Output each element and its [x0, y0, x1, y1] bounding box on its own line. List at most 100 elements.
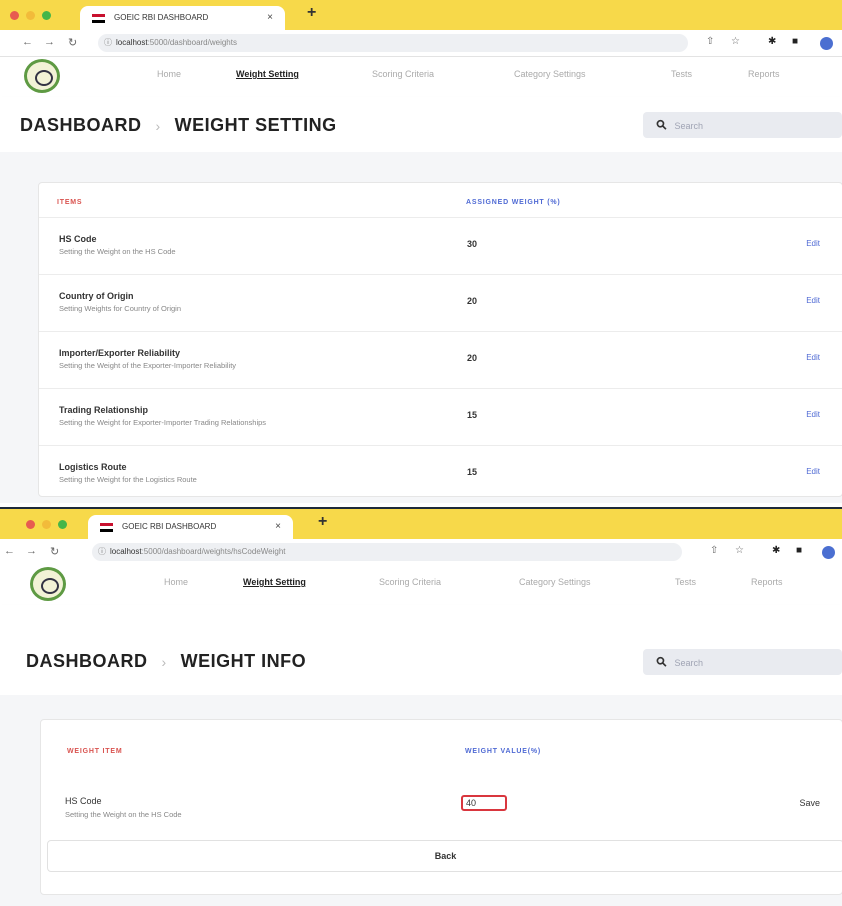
item-desc: Setting Weights for Country of Origin: [59, 304, 181, 313]
profile-avatar[interactable]: [822, 546, 835, 559]
item-weight: 30: [467, 239, 478, 249]
item-desc: Setting the Weight of the Exporter-Impor…: [59, 361, 237, 370]
tab-close-icon[interactable]: ×: [275, 515, 281, 539]
nav-tests[interactable]: Tests: [671, 69, 692, 79]
side-panel-icon[interactable]: ■: [792, 36, 798, 47]
item-desc: Setting the Weight on the HS Code: [59, 247, 176, 256]
item-weight: 20: [467, 296, 478, 306]
browser-tab-strip: GOEIC RBI DASHBOARD × +: [0, 0, 842, 30]
edit-link[interactable]: Edit: [806, 353, 820, 362]
search-icon: ⚲: [652, 115, 671, 134]
window-minimize-dot[interactable]: [42, 520, 51, 529]
nav-home[interactable]: Home: [164, 577, 188, 587]
item-name: HS Code: [65, 796, 102, 806]
reload-icon[interactable]: ↻: [50, 545, 59, 558]
window-close-dot[interactable]: [10, 11, 19, 20]
form-row: HS Code Setting the Weight on the HS Cod…: [41, 766, 842, 832]
screenshot-weight-info: GOEIC RBI DASHBOARD × + ← → ↻ ⓘ localhos…: [0, 507, 842, 906]
browser-toolbar: ← → ↻ ⓘ localhost:5000/dashboard/weights…: [0, 30, 842, 57]
page-header: DASHBOARD › WEIGHT INFO ⚲ Search: [0, 605, 842, 696]
nav-weight-setting[interactable]: Weight Setting: [243, 577, 306, 587]
browser-tab[interactable]: GOEIC RBI DASHBOARD ×: [88, 515, 293, 539]
share-icon[interactable]: ⇧: [710, 545, 718, 556]
forward-arrow-icon[interactable]: →: [26, 545, 37, 557]
back-arrow-icon[interactable]: ←: [22, 36, 33, 48]
item-weight: 20: [467, 353, 478, 363]
site-info-icon[interactable]: ⓘ: [104, 34, 112, 52]
extensions-icon[interactable]: ✱: [768, 36, 776, 47]
item-desc: Setting the Weight for Exporter-Importer…: [59, 418, 267, 427]
nav-scoring-criteria[interactable]: Scoring Criteria: [372, 69, 434, 79]
address-bar[interactable]: ⓘ localhost:5000/dashboard/weights/hsCod…: [92, 543, 682, 561]
share-icon[interactable]: ⇧: [706, 36, 714, 47]
bookmark-star-icon[interactable]: ☆: [731, 36, 740, 47]
tab-title: GOEIC RBI DASHBOARD: [122, 522, 217, 531]
breadcrumb-root[interactable]: DASHBOARD: [26, 651, 148, 671]
nav-scoring-criteria[interactable]: Scoring Criteria: [379, 577, 441, 587]
search-placeholder: Search: [674, 121, 704, 131]
window-minimize-dot[interactable]: [26, 11, 35, 20]
content-area: ITEMS ASSIGNED WEIGHT (%) HS Code Settin…: [0, 152, 842, 503]
breadcrumb-root[interactable]: DASHBOARD: [20, 115, 142, 135]
egypt-flag-icon: [92, 14, 105, 23]
column-header-assigned-weight: ASSIGNED WEIGHT (%): [466, 199, 561, 206]
item-desc: Setting the Weight on the HS Code: [65, 810, 182, 819]
column-header-items: ITEMS: [57, 199, 83, 206]
weight-info-form: WEIGHT ITEM WEIGHT VALUE(%) HS Code Sett…: [40, 719, 842, 895]
url-path: :5000/dashboard/weights: [147, 38, 237, 47]
tab-close-icon[interactable]: ×: [267, 6, 273, 30]
new-tab-icon[interactable]: +: [307, 4, 316, 22]
window-zoom-dot[interactable]: [42, 11, 51, 20]
table-row: HS Code Setting the Weight on the HS Cod…: [39, 217, 842, 275]
app-nav-bar: Home Weight Setting Scoring Criteria Cat…: [0, 57, 842, 97]
forward-arrow-icon[interactable]: →: [44, 36, 55, 48]
address-bar[interactable]: ⓘ localhost:5000/dashboard/weights: [98, 34, 688, 52]
edit-link[interactable]: Edit: [806, 410, 820, 419]
nav-category-settings[interactable]: Category Settings: [514, 69, 586, 79]
screenshot-weight-setting: GOEIC RBI DASHBOARD × + ← → ↻ ⓘ localhos…: [0, 0, 842, 503]
search-input[interactable]: ⚲ Search: [643, 649, 842, 675]
table-row: Country of Origin Setting Weights for Co…: [39, 274, 842, 332]
search-placeholder: Search: [674, 658, 704, 668]
url-host: localhost: [110, 547, 142, 556]
back-arrow-icon[interactable]: ←: [4, 545, 15, 557]
bookmark-star-icon[interactable]: ☆: [735, 545, 744, 556]
nav-home[interactable]: Home: [157, 69, 181, 79]
breadcrumb: DASHBOARD › WEIGHT INFO: [26, 651, 306, 672]
weight-value-input[interactable]: 40: [461, 795, 507, 811]
side-panel-icon[interactable]: ■: [796, 545, 802, 556]
item-name: HS Code: [59, 234, 97, 244]
breadcrumb-chevron-icon: ›: [155, 118, 161, 134]
table-row: Importer/Exporter Reliability Setting th…: [39, 331, 842, 389]
site-info-icon[interactable]: ⓘ: [98, 543, 106, 561]
tab-title: GOEIC RBI DASHBOARD: [114, 13, 209, 22]
back-button[interactable]: Back: [47, 840, 842, 872]
new-tab-icon[interactable]: +: [318, 513, 327, 531]
item-weight: 15: [467, 467, 478, 477]
item-name: Trading Relationship: [59, 405, 149, 415]
browser-toolbar: ← → ↻ ⓘ localhost:5000/dashboard/weights…: [0, 539, 842, 566]
nav-reports[interactable]: Reports: [751, 577, 783, 587]
table-row: Logistics Route Setting the Weight for t…: [39, 445, 842, 503]
extensions-icon[interactable]: ✱: [772, 545, 780, 556]
window-zoom-dot[interactable]: [58, 520, 67, 529]
breadcrumb-chevron-icon: ›: [161, 654, 167, 670]
reload-icon[interactable]: ↻: [68, 36, 77, 49]
nav-weight-setting[interactable]: Weight Setting: [236, 69, 299, 79]
edit-link[interactable]: Edit: [806, 239, 820, 248]
nav-category-settings[interactable]: Category Settings: [519, 577, 591, 587]
table-row: Trading Relationship Setting the Weight …: [39, 388, 842, 446]
profile-avatar[interactable]: [820, 37, 833, 50]
item-name: Logistics Route: [59, 462, 127, 472]
content-area: WEIGHT ITEM WEIGHT VALUE(%) HS Code Sett…: [0, 695, 842, 906]
save-button[interactable]: Save: [799, 798, 820, 808]
nav-reports[interactable]: Reports: [748, 69, 780, 79]
nav-tests[interactable]: Tests: [675, 577, 696, 587]
browser-tab[interactable]: GOEIC RBI DASHBOARD ×: [80, 6, 285, 30]
page-title: WEIGHT INFO: [180, 651, 307, 671]
edit-link[interactable]: Edit: [806, 296, 820, 305]
window-close-dot[interactable]: [26, 520, 35, 529]
search-input[interactable]: ⚲ Search: [643, 112, 842, 138]
browser-tab-strip: GOEIC RBI DASHBOARD × +: [0, 509, 842, 539]
edit-link[interactable]: Edit: [806, 467, 820, 476]
